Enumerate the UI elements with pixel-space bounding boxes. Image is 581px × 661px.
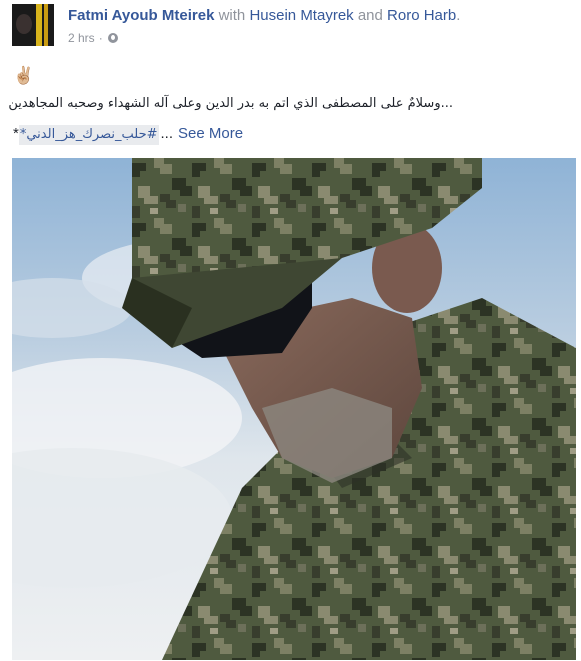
and-text: and	[357, 7, 383, 24]
hashtag-link[interactable]: #حلب_نصرك_هز_الدني*	[18, 125, 159, 145]
post-text-line: * #حلب_نصرك_هز_الدني* ... See More	[13, 124, 243, 145]
hashtag-text: #حلب_نصرك_هز_الدني	[26, 127, 158, 142]
post-text-arabic: ...وسلامٌ على المصطفى الذي اتم به بدر ال…	[8, 96, 453, 111]
ellipsis: ...	[160, 125, 174, 142]
post-photo[interactable]	[12, 158, 576, 660]
facebook-post: Fatmi Ayoub Mteirek with Husein Mtayrek …	[0, 0, 581, 661]
globe-icon[interactable]	[107, 33, 118, 43]
author-name-link[interactable]: Fatmi Ayoub Mteirek	[68, 7, 214, 24]
victory-hand-emoji: ✌🏼	[13, 66, 35, 85]
post-meta: 2 hrs ·	[68, 31, 118, 45]
tagged-user-link[interactable]: Husein Mtayrek	[249, 7, 353, 24]
author-avatar[interactable]	[12, 4, 54, 46]
post-timestamp-link[interactable]: 2 hrs	[68, 31, 95, 45]
meta-separator: ·	[98, 31, 103, 45]
avatar-stripe	[44, 4, 48, 46]
avatar-face	[16, 14, 32, 34]
header-period: .	[456, 7, 461, 24]
avatar-stripe	[36, 4, 42, 46]
post-header: Fatmi Ayoub Mteirek with Husein Mtayrek …	[68, 7, 460, 25]
soldier-photo	[12, 158, 576, 660]
with-text: with	[218, 7, 246, 24]
see-more-link[interactable]: See More	[178, 124, 243, 144]
tagged-user-link[interactable]: Roro Harb	[387, 7, 456, 24]
